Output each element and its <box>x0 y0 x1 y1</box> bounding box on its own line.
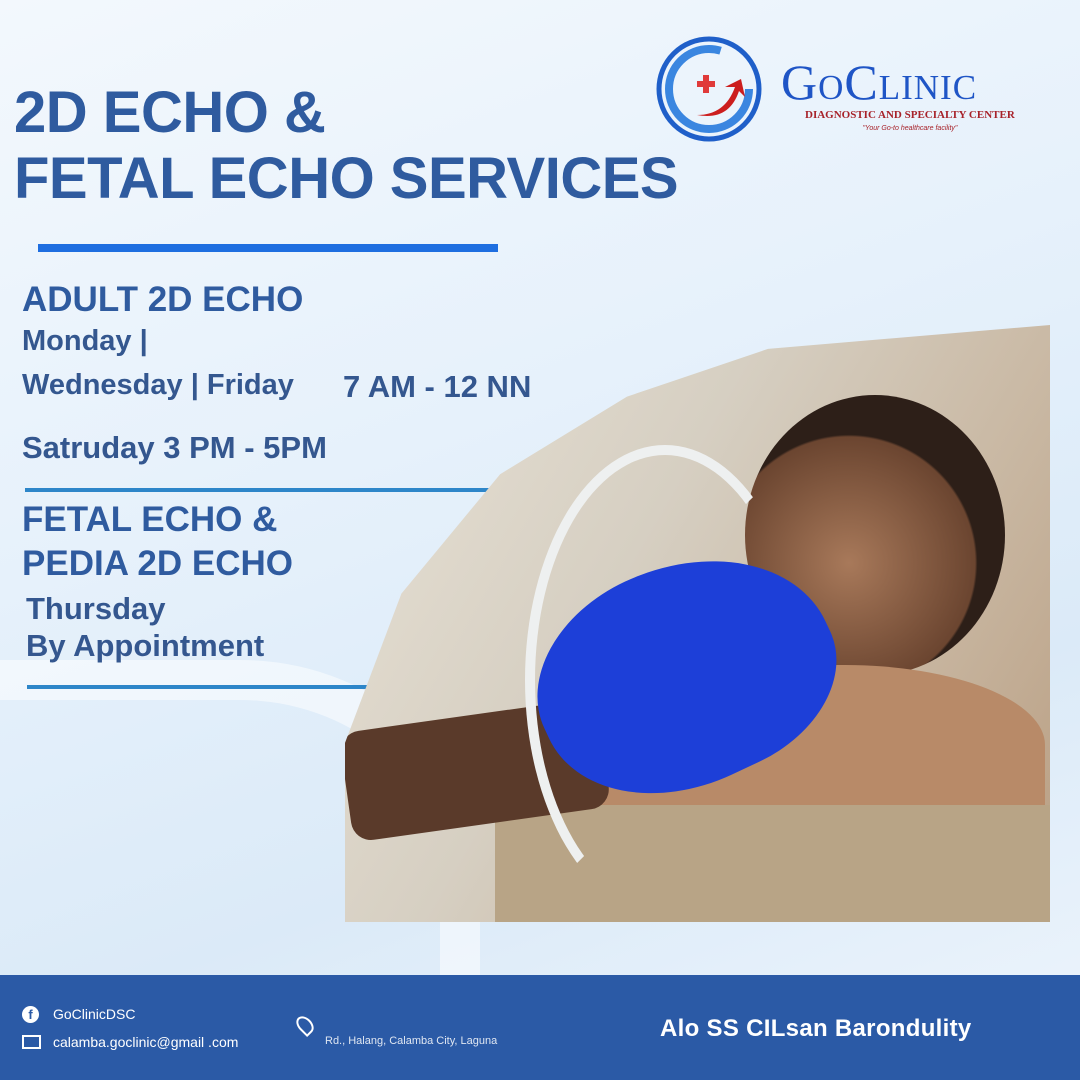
mail-icon <box>22 1035 41 1049</box>
fetal-day: Thursday <box>26 591 166 626</box>
probe-cable <box>525 445 805 915</box>
location-pin-icon <box>292 1012 318 1038</box>
goclinic-logo-icon <box>656 36 762 142</box>
title-line-2: FETAL ECHO SERVICES <box>14 146 679 211</box>
fetal-note: By Appointment <box>26 628 265 663</box>
echo-exam-photo <box>345 325 1050 922</box>
address: Rd., Halang, Calamba City, Laguna <box>325 1035 498 1047</box>
fetal-heading-2: PEDIA 2D ECHO <box>22 544 293 583</box>
footer-slogan: Alo SS CILsan Barondulity <box>660 1015 972 1042</box>
adult-days-1: Monday | <box>22 325 148 357</box>
adult-heading: ADULT 2D ECHO <box>22 280 304 319</box>
adult-days-2: Wednesday | Friday <box>22 369 294 401</box>
title-line-1: 2D ECHO & <box>14 80 326 145</box>
adult-time: 7 AM - 12 NN <box>343 369 532 404</box>
logo-subtitle: DIAGNOSTIC AND SPECIALTY CENTER <box>805 109 1015 121</box>
logo: GoClinic DIAGNOSTIC AND SPECIALTY CENTER… <box>655 35 1035 145</box>
logo-name: GoClinic <box>781 54 978 110</box>
title-divider <box>38 244 498 252</box>
footer: f GoClinicDSC calamba.goclinic@gmail .co… <box>0 975 1080 1080</box>
facebook-icon: f <box>22 1006 39 1023</box>
saturday-schedule: Satruday 3 PM - 5PM <box>22 430 327 465</box>
section-divider-1 <box>25 488 545 492</box>
logo-tagline: "Your Go-to healthcare facility" <box>862 125 958 132</box>
email-address[interactable]: calamba.goclinic@gmail .com <box>53 1034 238 1050</box>
page-title: 2D ECHO & FETAL ECHO SERVICES <box>14 80 679 212</box>
fetal-heading-1: FETAL ECHO & <box>22 500 278 539</box>
facebook-handle[interactable]: GoClinicDSC <box>53 1006 135 1022</box>
